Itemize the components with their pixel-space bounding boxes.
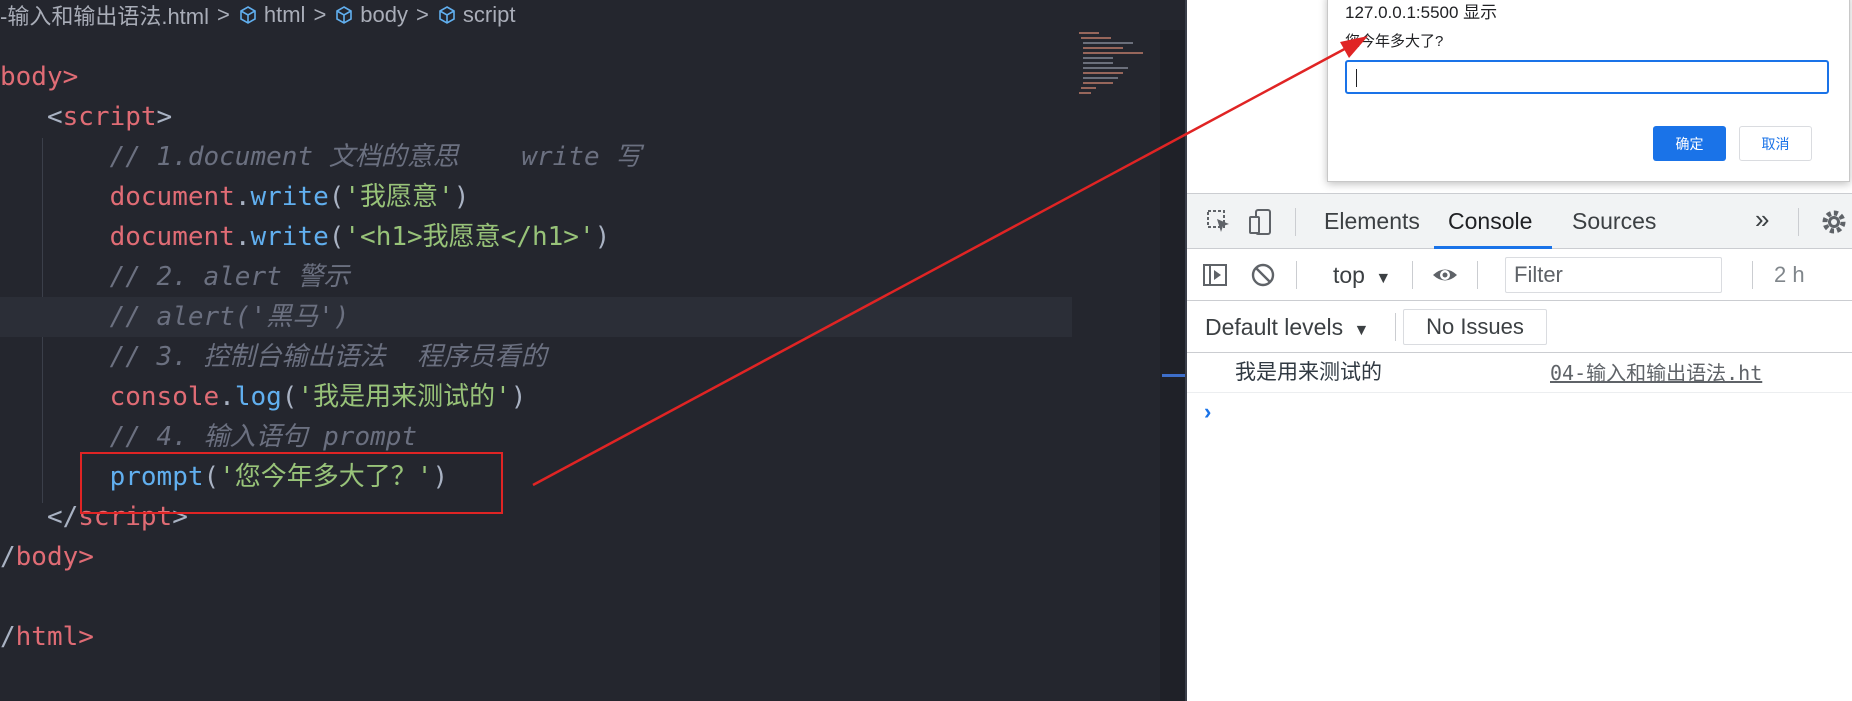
- show-sidebar-icon[interactable]: [1201, 261, 1229, 289]
- dropdown-triangle-icon: ▼: [1375, 270, 1392, 287]
- breadcrumb-separator: >: [416, 2, 429, 27]
- console-toolbar: top ▼ Filter 2 h: [1187, 249, 1852, 301]
- dialog-message: 您今年多大了?: [1345, 33, 1444, 50]
- code-line: body>: [0, 57, 1080, 97]
- dialog-title: 127.0.0.1:5500 显示: [1345, 3, 1498, 22]
- breadcrumb-file[interactable]: -输入和输出语法.html: [0, 0, 209, 31]
- toolbar-divider: [1296, 261, 1297, 289]
- cancel-button[interactable]: 取消: [1739, 126, 1812, 161]
- devtools-panel: Elements Console Sources » top ▼ Filter …: [1187, 193, 1852, 701]
- ok-button[interactable]: 确定: [1653, 126, 1726, 161]
- hidden-messages-count[interactable]: 2 h: [1774, 249, 1805, 301]
- eye-icon[interactable]: [1431, 261, 1459, 289]
- editor-scrollbar[interactable]: [1160, 30, 1185, 701]
- breadcrumb: -输入和输出语法.html > html > body > script: [0, 0, 1185, 30]
- device-toolbar-icon[interactable]: [1247, 208, 1275, 236]
- breadcrumb-item-script[interactable]: script: [437, 2, 516, 28]
- console-message: 我是用来测试的 04-输入和输出语法.ht: [1187, 353, 1852, 393]
- toolbar-divider: [1752, 261, 1753, 289]
- comment-text: // 4. 输入语句 prompt: [109, 422, 418, 452]
- tag-text: body>: [0, 62, 79, 92]
- prompt-dialog: 127.0.0.1:5500 显示 您今年多大了? 确定 取消: [1327, 0, 1850, 182]
- toolbar-divider: [1798, 208, 1799, 236]
- issues-button[interactable]: No Issues: [1403, 309, 1547, 345]
- tab-console-label: Console: [1448, 208, 1533, 234]
- string-literal: '<h1>我愿意</h1>': [344, 222, 595, 252]
- function-name: log: [234, 382, 282, 412]
- toolbar-divider: [1412, 261, 1413, 289]
- inspect-element-icon[interactable]: [1205, 208, 1233, 236]
- clear-console-icon[interactable]: [1249, 261, 1277, 289]
- breadcrumb-item-html[interactable]: html: [238, 2, 306, 28]
- tag-text: body>: [15, 542, 94, 572]
- bookmark-bar-fragment: [1201, 0, 1215, 13]
- dialog-text-input[interactable]: [1345, 60, 1829, 94]
- minimap[interactable]: [1077, 28, 1167, 98]
- dropdown-triangle-icon: ▼: [1353, 322, 1370, 339]
- devtools-tab-bar: Elements Console Sources »: [1187, 194, 1852, 249]
- symbol-cube-icon: [336, 6, 353, 24]
- tag-text: script: [62, 102, 157, 132]
- console-message-text: 我是用来测试的: [1235, 361, 1382, 384]
- tab-console[interactable]: Console: [1434, 194, 1553, 249]
- breadcrumb-item-body[interactable]: body: [334, 2, 408, 28]
- toolbar-divider: [1395, 313, 1396, 341]
- text-caret: [1356, 69, 1357, 87]
- code-line: // 1.document 文档的意思 write 写: [0, 137, 1080, 177]
- tab-elements[interactable]: Elements: [1324, 194, 1420, 249]
- breadcrumb-label: body: [360, 2, 409, 27]
- tab-sources[interactable]: Sources: [1572, 194, 1656, 249]
- identifier: console: [109, 382, 220, 412]
- filter-input[interactable]: Filter: [1505, 257, 1722, 293]
- code-line: // 3. 控制台输出语法 程序员看的: [0, 337, 1080, 377]
- toolbar-divider: [1295, 208, 1296, 236]
- code-line: // 2. alert 警示: [0, 257, 1080, 297]
- function-name: write: [250, 182, 329, 212]
- function-name: write: [250, 222, 329, 252]
- code-editor[interactable]: -输入和输出语法.html > html > body > script bod…: [0, 0, 1185, 701]
- context-value: top: [1333, 262, 1365, 288]
- symbol-cube-icon: [439, 6, 455, 24]
- comment-text: // 1.document 文档的意思 write 写: [109, 142, 642, 172]
- symbol-cube-icon: [240, 6, 256, 24]
- console-prompt-chevron-icon[interactable]: ›: [1204, 399, 1211, 425]
- code-line: document.write('我愿意'): [109, 182, 470, 212]
- tag-text: html>: [15, 622, 94, 652]
- console-output[interactable]: 我是用来测试的 04-输入和输出语法.ht ›: [1187, 353, 1852, 701]
- scrollbar-marker: [1162, 374, 1185, 377]
- code-line: <script>: [46, 102, 173, 132]
- code-line: /body>: [0, 542, 94, 572]
- code-line: document.write('<h1>我愿意</h1>'): [109, 222, 611, 252]
- apps-icon: [1201, 0, 1215, 8]
- identifier: document: [109, 222, 235, 252]
- code-line-current: // alert('黑马'): [0, 297, 1072, 337]
- gear-icon[interactable]: [1820, 208, 1848, 236]
- annotation-highlight-box: [80, 452, 503, 514]
- browser-pane: 127.0.0.1:5500 显示 您今年多大了? 确定 取消 Elements…: [1187, 0, 1852, 701]
- breadcrumb-separator: >: [313, 2, 327, 27]
- more-tabs-chevron-icon[interactable]: »: [1755, 204, 1769, 235]
- console-message-source-link[interactable]: 04-输入和输出语法.ht: [1550, 353, 1762, 393]
- page-viewport: 127.0.0.1:5500 显示 您今年多大了? 确定 取消: [1187, 0, 1852, 190]
- string-literal: '我是用来测试的': [297, 382, 511, 412]
- breadcrumb-label: script: [462, 2, 516, 27]
- comment-text: // 2. alert 警示: [109, 262, 350, 292]
- code-line: /html>: [0, 622, 94, 652]
- log-levels-dropdown[interactable]: Default levels ▼: [1205, 301, 1369, 353]
- identifier: document: [109, 182, 235, 212]
- log-levels-label: Default levels: [1205, 314, 1344, 340]
- console-toolbar-secondary: Default levels ▼ No Issues: [1187, 301, 1852, 353]
- comment-text: // alert('黑马'): [109, 302, 350, 332]
- breadcrumb-separator: >: [217, 2, 230, 27]
- code-lines[interactable]: body> <script> // 1.document 文档的意思 write…: [0, 57, 1080, 657]
- toolbar-divider: [1477, 261, 1478, 289]
- code-line: // 4. 输入语句 prompt: [0, 417, 1080, 457]
- context-selector[interactable]: top ▼: [1333, 249, 1391, 301]
- string-literal: '我愿意': [344, 182, 454, 212]
- comment-text: // 3. 控制台输出语法 程序员看的: [109, 342, 547, 372]
- breadcrumb-label: html: [263, 2, 306, 27]
- code-line: console.log('我是用来测试的'): [109, 382, 527, 412]
